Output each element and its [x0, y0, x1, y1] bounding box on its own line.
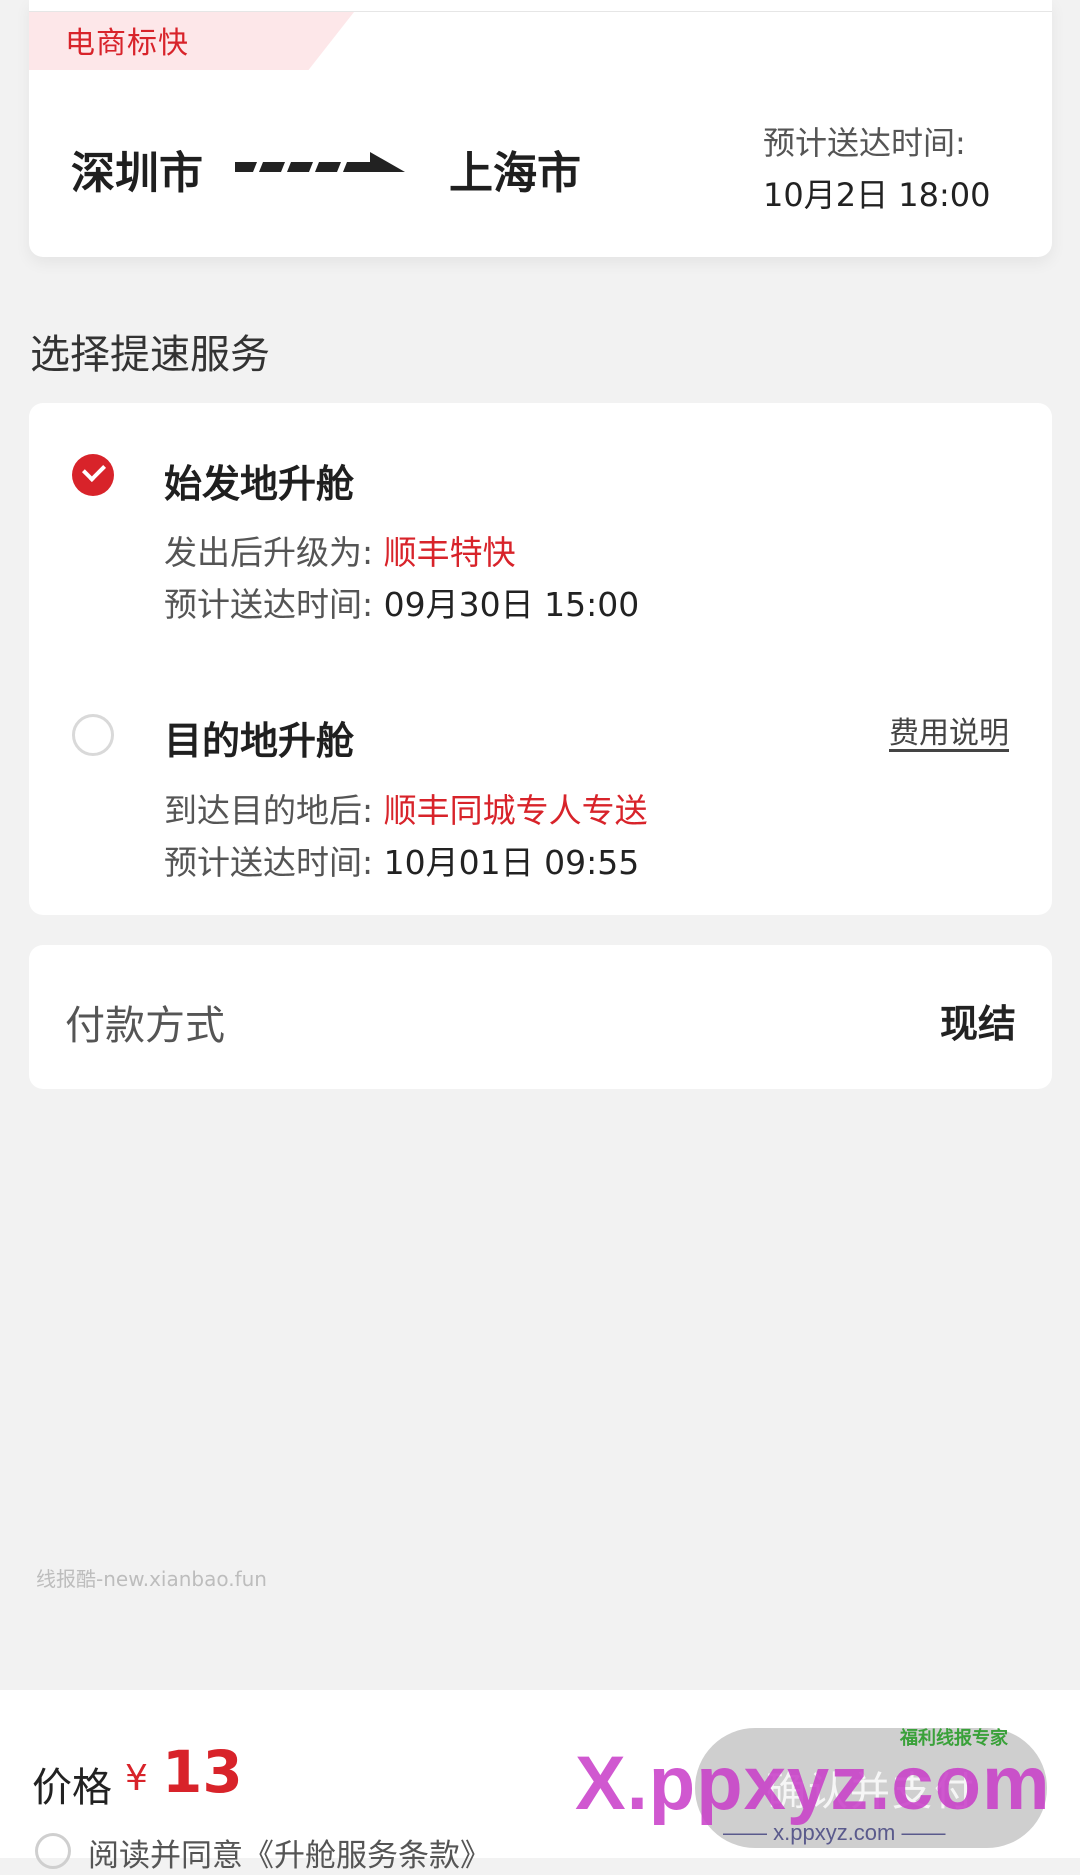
- section-title: 选择提速服务: [30, 332, 270, 378]
- option-origin-upgrade-title[interactable]: 始发地升舱: [164, 453, 354, 508]
- option-destination-upgrade-radio[interactable]: [72, 714, 114, 756]
- row-label: 预计送达时间:: [164, 843, 374, 882]
- row-value: 顺丰同城专人专送: [383, 791, 648, 830]
- price-currency: ¥: [125, 1758, 148, 1799]
- route-card: 电商标快 深圳市 上海市 预计送达时间: 10月2日 18:00: [29, 0, 1052, 257]
- fee-explanation-link[interactable]: 费用说明: [889, 708, 1009, 752]
- payment-method-row[interactable]: 付款方式 现结: [29, 945, 1052, 1089]
- option-origin-upgrade-eta-row: 预计送达时间: 09月30日 15:00: [164, 578, 639, 626]
- confirm-pay-button[interactable]: 确认并支付: [695, 1728, 1047, 1848]
- agreement-checkbox[interactable]: [35, 1833, 71, 1869]
- eta-value: 10月2日 18:00: [763, 176, 991, 214]
- payment-method-value: 现结: [939, 1002, 1016, 1046]
- service-tag: 电商标快: [65, 26, 189, 61]
- row-value: 09月30日 15:00: [383, 585, 640, 624]
- agreement-text[interactable]: 阅读并同意《升舱服务条款》: [88, 1830, 491, 1875]
- destination-city: 上海市: [449, 148, 581, 199]
- divider: [29, 11, 1052, 12]
- eta-label: 预计送达时间:: [763, 124, 966, 162]
- price-value: 13: [162, 1738, 243, 1806]
- option-destination-upgrade-title[interactable]: 目的地升舱: [164, 710, 354, 765]
- price-label: 价格: [32, 1765, 112, 1811]
- bottom-bar: 价格 ¥ 13 阅读并同意《升舱服务条款》 确认并支付: [0, 1690, 1080, 1874]
- option-origin-upgrade-service-row: 发出后升级为: 顺丰特快: [164, 526, 516, 574]
- option-destination-upgrade-eta-row: 预计送达时间: 10月01日 09:55: [164, 836, 639, 884]
- origin-city: 深圳市: [71, 148, 203, 199]
- row-label: 到达目的地后:: [164, 791, 374, 830]
- payment-method-label: 付款方式: [65, 1003, 225, 1049]
- watermark-text: 线报酷-new.xianbao.fun: [36, 1567, 267, 1591]
- row-label: 预计送达时间:: [164, 585, 374, 624]
- route-arrow-icon: [235, 152, 405, 172]
- speedup-options-card: 始发地升舱 发出后升级为: 顺丰特快 预计送达时间: 09月30日 15:00 …: [29, 403, 1052, 915]
- row-value: 顺丰特快: [383, 533, 516, 572]
- row-value: 10月01日 09:55: [383, 843, 640, 882]
- row-label: 发出后升级为:: [164, 533, 374, 572]
- option-destination-upgrade-service-row: 到达目的地后: 顺丰同城专人专送: [164, 784, 648, 832]
- option-origin-upgrade-radio[interactable]: [72, 454, 114, 496]
